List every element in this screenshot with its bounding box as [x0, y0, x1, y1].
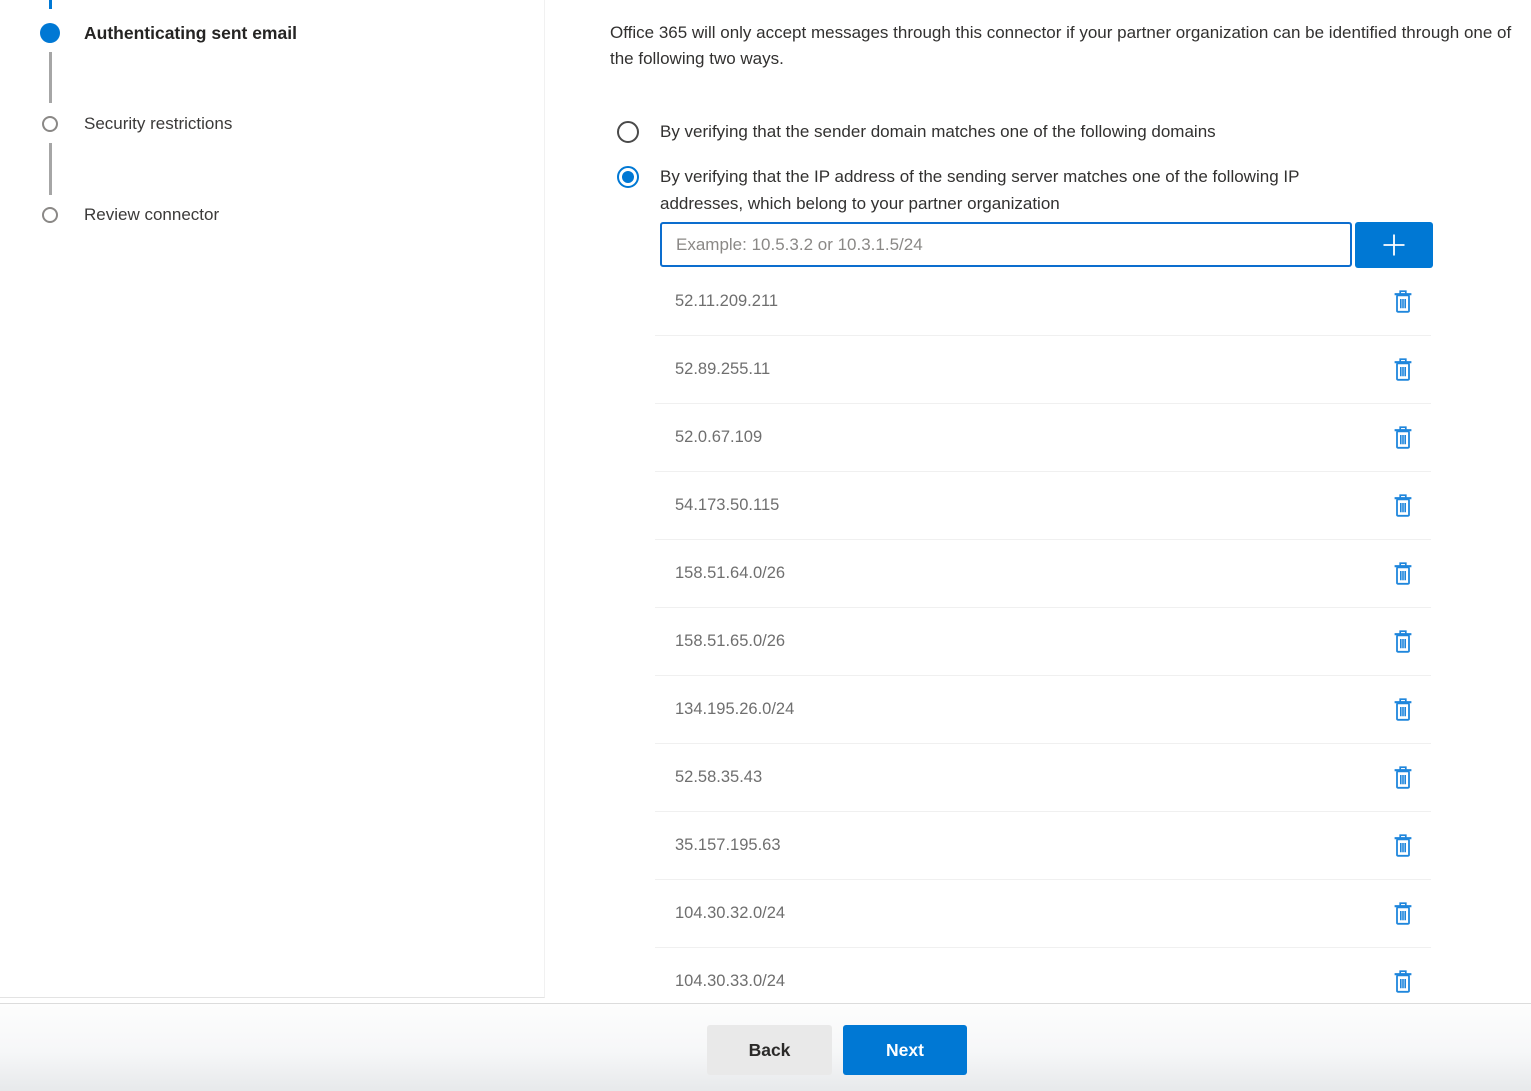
intro-text: Office 365 will only accept messages thr…	[610, 20, 1528, 72]
radio-dot	[622, 171, 634, 183]
delete-ip-button[interactable]	[1389, 831, 1417, 861]
ip-list-row: 52.58.35.43	[655, 744, 1431, 812]
ip-list-row: 104.30.33.0/24	[655, 948, 1431, 1003]
delete-ip-button[interactable]	[1389, 287, 1417, 317]
ip-value: 134.195.26.0/24	[675, 700, 794, 719]
ip-value: 158.51.64.0/26	[675, 564, 785, 583]
trash-icon	[1391, 289, 1415, 315]
ip-value: 52.58.35.43	[675, 768, 762, 787]
ip-list-row: 158.51.65.0/26	[655, 608, 1431, 676]
connector-wizard: Authenticating sent email Security restr…	[0, 0, 1531, 1003]
add-ip-button[interactable]	[1355, 222, 1433, 268]
ip-list-row: 52.89.255.11	[655, 336, 1431, 404]
wizard-footer: Back Next	[0, 1003, 1531, 1091]
ip-list-row: 52.0.67.109	[655, 404, 1431, 472]
ip-entry-row	[660, 222, 1433, 268]
ip-list-row: 52.11.209.211	[655, 268, 1431, 336]
step-indicator-active-icon	[40, 23, 60, 43]
trash-icon	[1391, 629, 1415, 655]
delete-ip-button[interactable]	[1389, 423, 1417, 453]
delete-ip-button[interactable]	[1389, 763, 1417, 793]
trash-icon	[1391, 697, 1415, 723]
stepper-connector	[49, 52, 52, 103]
delete-ip-button[interactable]	[1389, 967, 1417, 997]
delete-ip-button[interactable]	[1389, 899, 1417, 929]
trash-icon	[1391, 765, 1415, 791]
trash-icon	[1391, 357, 1415, 383]
radio-option-ip-address-label[interactable]: By verifying that the IP address of the …	[660, 163, 1372, 217]
ip-address-input[interactable]	[660, 222, 1352, 267]
trash-icon	[1391, 969, 1415, 995]
ip-value: 54.173.50.115	[675, 496, 779, 515]
ip-value: 158.51.65.0/26	[675, 632, 785, 651]
ip-value: 35.157.195.63	[675, 836, 781, 855]
ip-list-row: 54.173.50.115	[655, 472, 1431, 540]
stepper-connector-previous	[49, 0, 52, 9]
radio-option-sender-domain[interactable]: By verifying that the sender domain matc…	[617, 121, 1216, 143]
ip-list-row: 134.195.26.0/24	[655, 676, 1431, 744]
ip-value: 52.89.255.11	[675, 360, 770, 379]
step-indicator-icon	[42, 207, 58, 223]
ip-value: 52.11.209.211	[675, 292, 778, 311]
step-indicator-icon	[42, 116, 58, 132]
step-review-connector: Review connector	[84, 204, 219, 226]
back-button[interactable]: Back	[707, 1025, 832, 1075]
ip-list: 52.11.209.211 52.89.255.11	[655, 268, 1431, 1003]
ip-list-row: 35.157.195.63	[655, 812, 1431, 880]
trash-icon	[1391, 425, 1415, 451]
radio-option-sender-domain-label[interactable]: By verifying that the sender domain matc…	[660, 121, 1216, 143]
trash-icon	[1391, 901, 1415, 927]
wizard-stepper: Authenticating sent email Security restr…	[0, 0, 545, 998]
trash-icon	[1391, 493, 1415, 519]
plus-icon	[1379, 230, 1409, 260]
trash-icon	[1391, 833, 1415, 859]
radio-unselected-icon[interactable]	[617, 121, 639, 143]
ip-list-row: 158.51.64.0/26	[655, 540, 1431, 608]
next-button[interactable]: Next	[843, 1025, 967, 1075]
stepper-connector	[49, 143, 52, 195]
step-content: Office 365 will only accept messages thr…	[546, 0, 1531, 1003]
ip-value: 104.30.32.0/24	[675, 904, 785, 923]
step-authenticating-sent-email: Authenticating sent email	[84, 22, 297, 44]
trash-icon	[1391, 561, 1415, 587]
ip-value: 104.30.33.0/24	[675, 972, 785, 991]
delete-ip-button[interactable]	[1389, 355, 1417, 385]
ip-value: 52.0.67.109	[675, 428, 762, 447]
delete-ip-button[interactable]	[1389, 559, 1417, 589]
radio-dot	[622, 126, 634, 138]
step-security-restrictions: Security restrictions	[84, 113, 232, 135]
delete-ip-button[interactable]	[1389, 627, 1417, 657]
radio-selected-icon[interactable]	[617, 166, 639, 188]
ip-list-row: 104.30.32.0/24	[655, 880, 1431, 948]
delete-ip-button[interactable]	[1389, 491, 1417, 521]
radio-option-ip-address[interactable]: By verifying that the IP address of the …	[617, 166, 1372, 217]
delete-ip-button[interactable]	[1389, 695, 1417, 725]
